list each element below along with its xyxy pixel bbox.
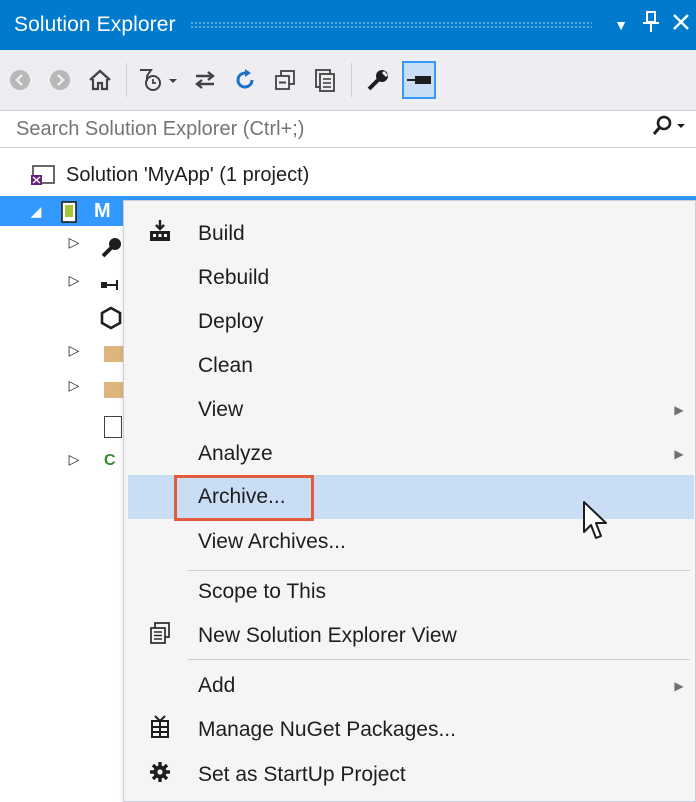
properties-node-icon — [100, 236, 122, 258]
menu-item-label: Rebuild — [198, 266, 270, 289]
back-icon[interactable] — [0, 58, 40, 102]
expand-collapse-arrow-icon[interactable]: ◢ — [26, 203, 46, 220]
search-input[interactable] — [0, 116, 640, 142]
toolbar-separator — [351, 63, 352, 97]
menu-item-clean[interactable]: Clean — [128, 344, 694, 388]
menu-separator — [188, 659, 690, 660]
toolbar-separator — [126, 63, 127, 97]
context-menu: Build Rebuild Deploy Clean View ▶ Analyz… — [123, 200, 696, 802]
menu-item-rebuild[interactable]: Rebuild — [128, 256, 694, 300]
tree-child-arrow-icon[interactable]: ▷ — [64, 451, 84, 469]
solution-icon — [30, 164, 56, 186]
sync-with-active-document-icon[interactable] — [185, 58, 225, 102]
annotation-highlight-box — [174, 475, 314, 521]
menu-item-add[interactable]: Add ▶ — [128, 664, 694, 708]
tree-child-arrow-icon[interactable]: ▷ — [64, 272, 84, 290]
menu-item-deploy[interactable]: Deploy — [128, 300, 694, 344]
menu-item-manage-nuget-packages[interactable]: Manage NuGet Packages... — [128, 708, 694, 752]
close-icon[interactable] — [666, 13, 696, 37]
window-title: Solution Explorer — [14, 13, 176, 36]
project-label: M — [94, 199, 111, 222]
menu-item-scope-to-this[interactable]: Scope to This — [128, 570, 694, 614]
show-all-files-icon[interactable] — [305, 58, 345, 102]
submenu-arrow-icon: ▶ — [674, 447, 684, 461]
folder-icon — [104, 382, 124, 398]
tree-child-arrow-icon[interactable]: ▷ — [64, 234, 84, 252]
file-icon — [104, 416, 122, 438]
menu-item-view[interactable]: View ▶ — [128, 388, 694, 432]
toolbar — [0, 50, 696, 110]
folder-icon — [104, 346, 124, 362]
menu-item-set-as-startup-project[interactable]: Set as StartUp Project — [128, 753, 694, 797]
solution-label: Solution 'MyApp' (1 project) — [66, 163, 310, 186]
menu-item-label: Build — [198, 222, 245, 245]
submenu-arrow-icon: ▶ — [674, 403, 684, 417]
gear-icon — [128, 761, 192, 789]
solution-node[interactable]: Solution 'MyApp' (1 project) — [0, 160, 696, 190]
tree-child-arrow-icon[interactable]: ▷ — [64, 342, 84, 360]
submenu-arrow-icon: ▶ — [674, 679, 684, 693]
new-view-icon — [128, 622, 192, 650]
menu-item-label: New Solution Explorer View — [198, 624, 457, 647]
menu-item-label: Add — [198, 674, 236, 697]
auto-hide-pin-icon[interactable] — [636, 11, 666, 39]
search-options-icon[interactable] — [640, 115, 696, 143]
search-bar — [0, 110, 696, 148]
window-title-bar: Solution Explorer ▼ — [0, 0, 696, 50]
forward-icon[interactable] — [40, 58, 80, 102]
menu-item-label: Clean — [198, 354, 253, 377]
mouse-cursor-icon — [582, 500, 610, 547]
references-node-icon — [100, 278, 122, 292]
nuget-icon — [128, 715, 192, 745]
menu-item-label: Set as StartUp Project — [198, 763, 406, 786]
title-grip[interactable] — [189, 21, 592, 29]
menu-item-label: Analyze — [198, 442, 273, 465]
menu-item-label: Scope to This — [198, 580, 327, 603]
refresh-icon[interactable] — [225, 58, 265, 102]
menu-item-analyze[interactable]: Analyze ▶ — [128, 432, 694, 476]
menu-item-label: View Archives... — [198, 530, 346, 553]
window-position-dropdown-icon[interactable]: ▼ — [606, 17, 636, 33]
components-node-icon — [100, 306, 122, 330]
preview-selected-items-icon[interactable] — [402, 61, 436, 99]
menu-item-new-solution-explorer-view[interactable]: New Solution Explorer View — [128, 614, 694, 658]
home-icon[interactable] — [80, 58, 120, 102]
csharp-file-icon: C — [104, 452, 116, 469]
pending-changes-filter-icon[interactable] — [133, 58, 185, 102]
menu-item-label: View — [198, 398, 244, 421]
android-project-icon — [58, 200, 84, 223]
menu-item-label: Manage NuGet Packages... — [198, 718, 456, 741]
properties-wrench-icon[interactable] — [358, 58, 398, 102]
menu-item-build[interactable]: Build — [128, 212, 694, 256]
build-icon — [128, 219, 192, 249]
collapse-all-icon[interactable] — [265, 58, 305, 102]
tree-child-arrow-icon[interactable]: ▷ — [64, 377, 84, 395]
menu-item-label: Deploy — [198, 310, 264, 333]
